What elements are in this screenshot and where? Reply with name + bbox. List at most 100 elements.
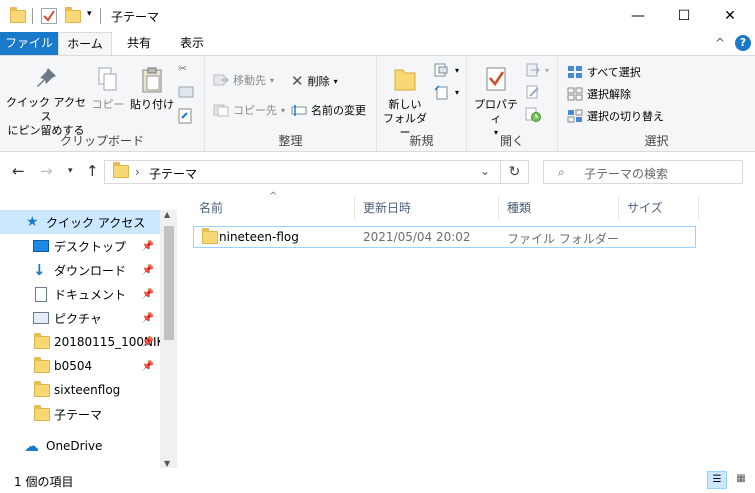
move-to-button[interactable]: 移動先 ▾ xyxy=(213,72,274,88)
sidebar-item-onedrive[interactable]: ☁ OneDrive xyxy=(0,434,160,458)
up-arrow-icon[interactable]: ↑ xyxy=(86,162,99,180)
cloud-icon: ☁ xyxy=(24,437,39,455)
rename-button[interactable]: 名前の変更 xyxy=(291,102,366,118)
file-modified: 2021/05/04 20:02 xyxy=(363,230,471,244)
column-header-size[interactable]: サイズ xyxy=(619,196,699,220)
copy-path-icon[interactable] xyxy=(178,86,194,98)
breadcrumb-current[interactable]: 子テーマ xyxy=(149,165,197,182)
search-input[interactable]: ⌕ 子テーマの検索 xyxy=(543,160,743,184)
nav-scrollbar[interactable]: ▲ ▼ xyxy=(160,210,177,468)
pin-icon[interactable]: 📌 xyxy=(142,361,154,372)
move-to-icon xyxy=(213,74,229,86)
forward-arrow-icon[interactable]: → xyxy=(40,162,53,180)
organize-group-label: 整理 xyxy=(278,134,303,148)
scroll-up-icon[interactable]: ▲ xyxy=(164,210,170,219)
details-view-icon[interactable]: ☰ xyxy=(707,471,727,489)
new-folder-quick-icon[interactable] xyxy=(65,7,81,25)
folder-icon[interactable] xyxy=(10,7,26,25)
maximize-button[interactable]: ☐ xyxy=(661,0,707,32)
copy-to-icon xyxy=(213,104,229,117)
pin-icon[interactable]: 📌 xyxy=(142,241,154,252)
download-arrow-icon: ↓ xyxy=(33,261,46,279)
address-bar[interactable]: › 子テーマ ⌄ xyxy=(104,160,501,184)
folder-icon xyxy=(34,404,50,421)
table-row[interactable]: nineteen-flog 2021/05/04 20:02 ファイル フォルダ… xyxy=(193,226,696,248)
pin-icon[interactable]: 📌 xyxy=(142,337,154,348)
collapse-ribbon-icon[interactable]: ^ xyxy=(710,32,730,55)
open-icon[interactable]: ▾ xyxy=(525,62,549,78)
organize-group: 移動先 ▾ コピー先 ▾ ✕ 削除 ▾ 名前の変更 整理 xyxy=(205,56,377,152)
sidebar-item-documents[interactable]: ドキュメント 📌 xyxy=(0,282,160,306)
navigation-pane: ★ クイック アクセス デスクトップ 📌 ↓ ダウンロード 📌 ドキュメント 📌… xyxy=(0,200,177,468)
new-folder-button[interactable]: 新しい フォルダー xyxy=(381,64,429,140)
open-group: プロパティ ▾ ▾ 開く xyxy=(467,56,558,152)
new-item-icon[interactable]: ▾ xyxy=(433,62,459,78)
pin-quick-access-button[interactable]: クイック アクセス にピン留めする xyxy=(6,66,86,138)
edit-icon[interactable] xyxy=(525,84,541,100)
sidebar-item-folder[interactable]: 20180115_100NIK 📌 xyxy=(0,330,164,354)
new-group-label: 新規 xyxy=(409,134,434,148)
invert-selection-button[interactable]: 選択の切り替え xyxy=(567,108,664,124)
column-header-modified[interactable]: 更新日時 xyxy=(355,196,499,220)
scrollbar-thumb[interactable] xyxy=(164,226,174,340)
tab-share[interactable]: 共有 xyxy=(118,32,160,55)
tab-view[interactable]: 表示 xyxy=(170,32,214,55)
paste-shortcut-icon[interactable] xyxy=(178,108,192,124)
select-all-button[interactable]: すべて選択 xyxy=(567,64,641,80)
folder-icon xyxy=(34,380,50,397)
sidebar-item-folder[interactable]: sixteenflog xyxy=(0,378,160,402)
recent-locations-icon[interactable]: ▾ xyxy=(68,166,73,176)
delete-button[interactable]: ✕ 削除 ▾ xyxy=(291,72,338,90)
copy-to-button[interactable]: コピー先 ▾ xyxy=(213,102,285,118)
sidebar-item-folder[interactable]: 子テーマ xyxy=(0,402,160,426)
breadcrumb-chevron-icon[interactable]: › xyxy=(135,165,140,179)
desktop-icon xyxy=(33,240,49,252)
sidebar-item-quick-access[interactable]: ★ クイック アクセス xyxy=(0,210,160,234)
history-icon[interactable] xyxy=(525,106,541,122)
select-group-label: 選択 xyxy=(644,134,669,148)
tab-file[interactable]: ファイル xyxy=(0,32,58,55)
back-arrow-icon[interactable]: ← xyxy=(12,162,25,180)
clipboard-group: クイック アクセス にピン留めする コピー 貼り付け ✂ クリップボード xyxy=(0,56,205,152)
paste-icon xyxy=(142,67,162,93)
pin-icon[interactable]: 📌 xyxy=(142,289,154,300)
properties-button[interactable]: プロパティ ▾ xyxy=(471,64,521,140)
sidebar-item-downloads[interactable]: ↓ ダウンロード 📌 xyxy=(0,258,160,282)
large-icons-view-icon[interactable]: ▦ xyxy=(731,471,751,489)
select-none-button[interactable]: 選択解除 xyxy=(567,86,631,102)
folder-icon xyxy=(34,332,50,349)
easy-access-icon[interactable]: ▾ xyxy=(433,84,459,100)
customize-quick-access-icon[interactable]: ▾ xyxy=(87,9,92,27)
refresh-icon[interactable]: ↻ xyxy=(501,160,529,184)
copy-button[interactable]: コピー xyxy=(90,66,126,112)
separator xyxy=(100,8,101,24)
title-bar: ▾ 子テーマ — ☐ ✕ xyxy=(0,0,755,32)
properties-check-icon[interactable] xyxy=(41,8,57,24)
column-header-name[interactable]: 名前 xyxy=(191,196,355,220)
sidebar-item-desktop[interactable]: デスクトップ 📌 xyxy=(0,234,160,258)
column-header-type[interactable]: 種類 xyxy=(499,196,619,220)
select-group: すべて選択 選択解除 選択の切り替え 選択 xyxy=(558,56,755,152)
star-icon: ★ xyxy=(26,214,39,230)
open-group-label: 開く xyxy=(499,134,524,148)
cut-icon[interactable]: ✂ xyxy=(178,62,187,75)
separator xyxy=(32,8,33,24)
scroll-down-icon[interactable]: ▼ xyxy=(164,459,170,468)
file-type: ファイル フォルダー xyxy=(507,232,619,246)
select-all-icon xyxy=(568,66,582,78)
paste-button[interactable]: 貼り付け xyxy=(128,66,176,112)
minimize-button[interactable]: — xyxy=(615,0,661,32)
pin-icon[interactable]: 📌 xyxy=(142,313,154,324)
address-dropdown-icon[interactable]: ⌄ xyxy=(480,164,490,178)
tab-home[interactable]: ホーム xyxy=(58,32,112,56)
navigation-bar: ← → ▾ ↑ › 子テーマ ⌄ ↻ ⌕ 子テーマの検索 xyxy=(0,152,755,192)
new-folder-icon xyxy=(394,69,416,91)
help-icon[interactable]: ? xyxy=(735,35,751,51)
pin-icon[interactable]: 📌 xyxy=(142,265,154,276)
new-group: 新しい フォルダー ▾ ▾ 新規 xyxy=(377,56,467,152)
copy-icon xyxy=(98,67,117,91)
delete-x-icon: ✕ xyxy=(291,72,304,90)
close-button[interactable]: ✕ xyxy=(707,0,753,32)
sidebar-item-pictures[interactable]: ピクチャ 📌 xyxy=(0,306,160,330)
sidebar-item-folder[interactable]: b0504 📌 xyxy=(0,354,160,378)
